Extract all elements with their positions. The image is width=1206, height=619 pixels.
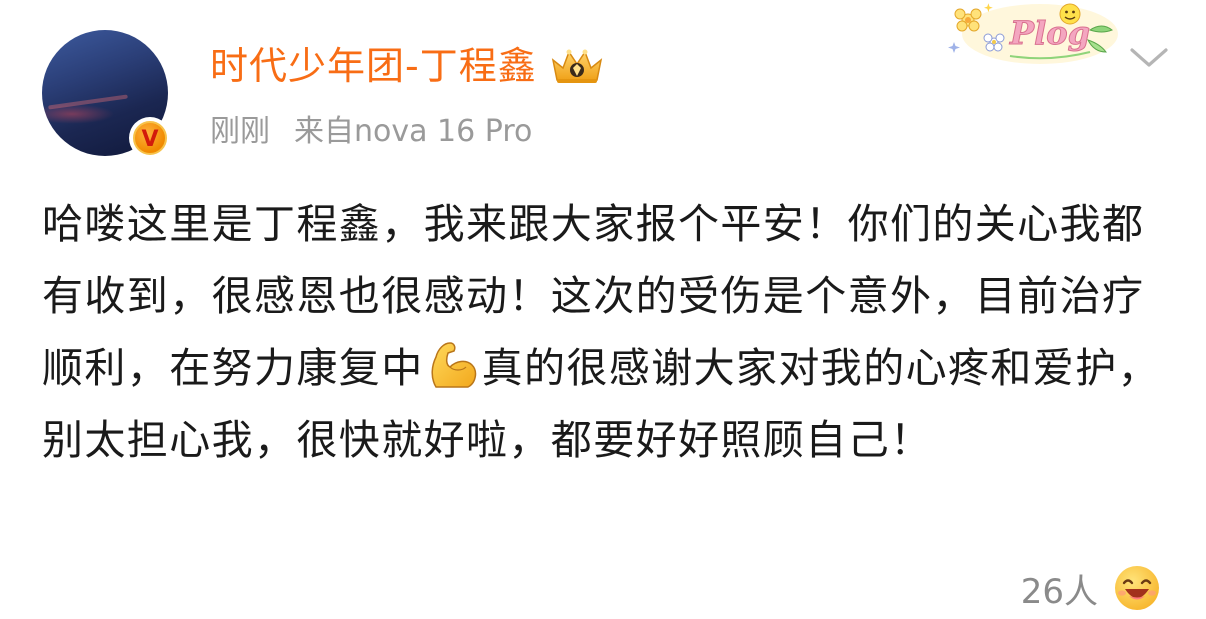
crown-icon[interactable] xyxy=(549,46,605,86)
chevron-down-icon[interactable] xyxy=(1126,42,1172,72)
verified-badge: V xyxy=(129,117,171,159)
post-source[interactable]: 来自nova 16 Pro xyxy=(294,106,532,150)
plog-sticker: Plog xyxy=(948,3,1118,64)
post-body: 哈喽这里是丁程鑫，我来跟大家报个平安！你们的关心我都有收到，很感恩也很感动！这次… xyxy=(42,188,1172,476)
like-row[interactable]: 26人 xyxy=(1021,560,1162,616)
laughing-face-icon[interactable] xyxy=(1112,563,1162,613)
verified-badge-letter: V xyxy=(133,121,167,155)
flexed-biceps-emoji xyxy=(431,342,476,388)
author-avatar-group[interactable]: V xyxy=(42,30,171,159)
post-time: 刚刚 xyxy=(210,114,270,149)
like-count[interactable]: 26人 xyxy=(1021,564,1098,613)
author-row: 时代少年团-丁程鑫 xyxy=(210,36,605,96)
post-meta: 刚刚 来自nova 16 Pro xyxy=(210,106,532,150)
author-name[interactable]: 时代少年团-丁程鑫 xyxy=(210,36,537,96)
